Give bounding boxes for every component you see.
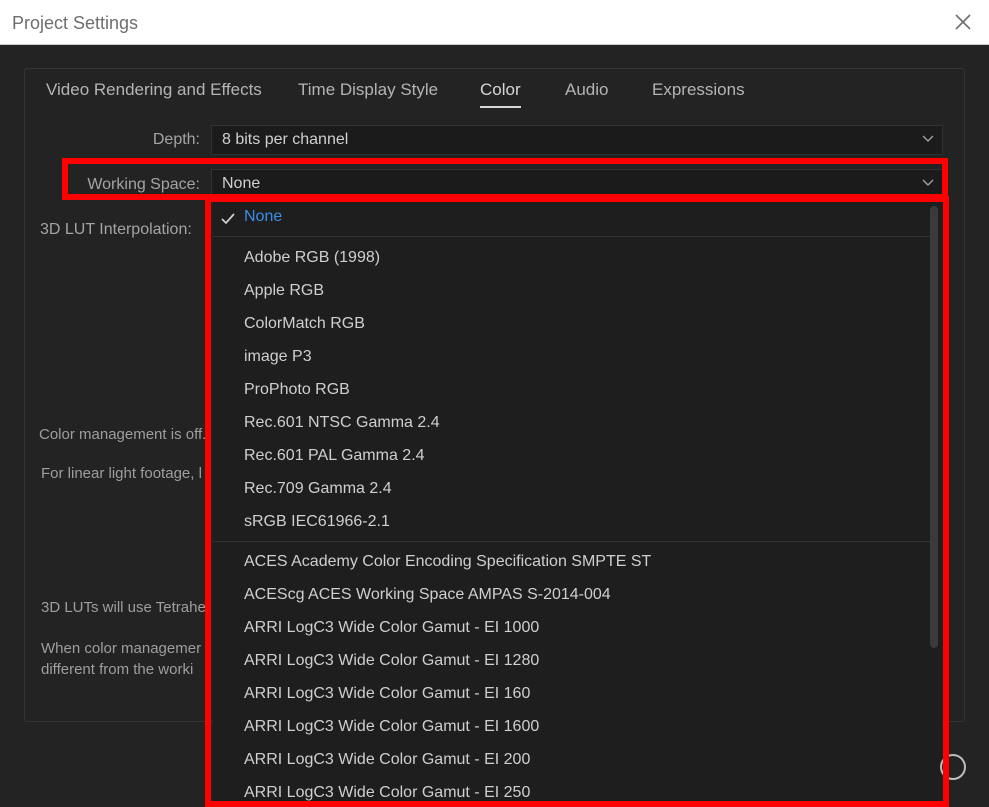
dropdown-option[interactable]: ARRI LogC3 Wide Color Gamut - EI 1600 <box>244 718 539 736</box>
dropdown-option[interactable]: ARRI LogC3 Wide Color Gamut - EI 250 <box>244 784 530 802</box>
chevron-down-icon <box>922 179 934 186</box>
color-management-note-line-1: When color managemer <box>41 640 202 657</box>
dropdown-option[interactable]: ACEScg ACES Working Space AMPAS S-2014-0… <box>244 586 611 604</box>
dropdown-option[interactable]: sRGB IEC61966-2.1 <box>244 513 390 531</box>
dropdown-option[interactable]: Rec.601 NTSC Gamma 2.4 <box>244 414 440 432</box>
lut-interpolation-label: 3D LUT Interpolation: <box>40 221 192 238</box>
dropdown-option[interactable]: ProPhoto RGB <box>244 381 350 399</box>
dropdown-option[interactable]: Adobe RGB (1998) <box>244 249 380 267</box>
luts-note: 3D LUTs will use Tetrahe <box>41 599 206 616</box>
working-space-value: None <box>222 175 261 192</box>
tab-audio[interactable]: Audio <box>565 80 608 100</box>
color-management-note-line-2: different from the worki <box>41 661 194 678</box>
tab-expressions[interactable]: Expressions <box>652 80 745 100</box>
dropdown-option[interactable]: ColorMatch RGB <box>244 315 365 333</box>
window-title: Project Settings <box>12 13 139 33</box>
checkmark-icon <box>221 213 235 225</box>
dropdown-option[interactable]: Apple RGB <box>244 282 324 300</box>
depth-select[interactable]: 8 bits per channel <box>211 125 943 155</box>
dropdown-separator <box>213 236 931 237</box>
tab-time-display-style[interactable]: Time Display Style <box>298 80 438 100</box>
dropdown-option[interactable]: ARRI LogC3 Wide Color Gamut - EI 160 <box>244 685 530 703</box>
chevron-down-icon <box>922 135 934 142</box>
title-bar: Project Settings <box>0 0 989 45</box>
color-management-status: Color management is off. <box>39 426 207 443</box>
dropdown-option[interactable]: ACES Academy Color Encoding Specificatio… <box>244 553 651 571</box>
working-space-dropdown-list[interactable]: None Adobe RGB (1998) Apple RGB ColorMat… <box>213 201 942 807</box>
linear-light-note: For linear light footage, l <box>41 465 202 482</box>
dropdown-option[interactable]: ARRI LogC3 Wide Color Gamut - EI 200 <box>244 751 530 769</box>
dropdown-option-none[interactable]: None <box>244 208 282 226</box>
tab-video-rendering[interactable]: Video Rendering and Effects <box>46 80 262 100</box>
dropdown-separator <box>213 541 931 542</box>
dropdown-option[interactable]: ARRI LogC3 Wide Color Gamut - EI 1000 <box>244 619 539 637</box>
working-space-select[interactable]: None <box>211 169 943 199</box>
depth-value: 8 bits per channel <box>222 131 349 148</box>
dropdown-option[interactable]: image P3 <box>244 348 312 366</box>
working-space-label: Working Space: <box>87 176 200 193</box>
close-icon[interactable] <box>949 8 977 36</box>
dropdown-option[interactable]: Rec.601 PAL Gamma 2.4 <box>244 447 425 465</box>
dropdown-scrollbar[interactable] <box>930 206 938 648</box>
dropdown-option[interactable]: Rec.709 Gamma 2.4 <box>244 480 392 498</box>
depth-label: Depth: <box>152 131 200 148</box>
tab-color[interactable]: Color <box>480 80 521 108</box>
dropdown-option[interactable]: ARRI LogC3 Wide Color Gamut - EI 1280 <box>244 652 539 670</box>
help-button[interactable] <box>940 754 966 780</box>
